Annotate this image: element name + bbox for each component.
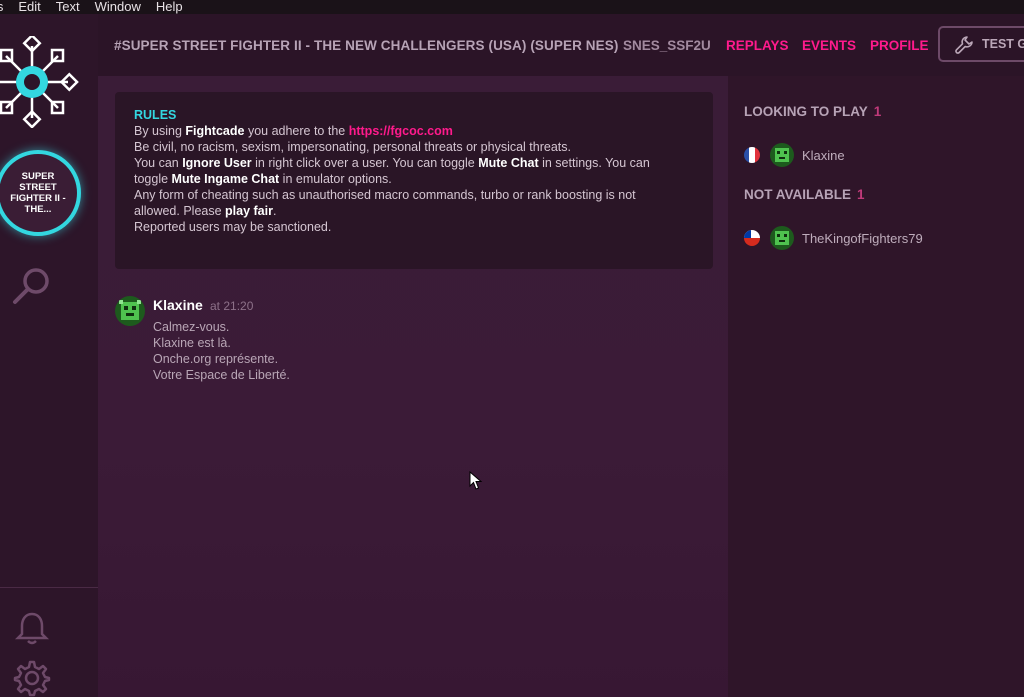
sidebar-divider (0, 587, 98, 588)
user-name: Klaxine (802, 147, 845, 163)
test-game-label: TEST G (982, 37, 1024, 51)
user-list-panel: LOOKING TO PLAY 1 Klaxine NOT AVAILABLE 1 (728, 76, 1024, 697)
bell-icon[interactable] (14, 610, 50, 646)
avatar (770, 143, 794, 167)
message-time: at 21:20 (210, 299, 254, 313)
rules-line-6: allowed. Please play fair. (134, 204, 277, 218)
rules-line-1: By using Fightcade you adhere to the htt… (134, 124, 453, 138)
channel-header: #SUPER STREET FIGHTER II - THE NEW CHALL… (98, 14, 1024, 76)
replays-link[interactable]: REPLAYS (726, 38, 789, 53)
events-link[interactable]: EVENTS (802, 38, 856, 53)
rules-box: RULES By using Fightcade you adhere to t… (115, 92, 713, 269)
game-channel-button[interactable]: SUPER STREET FIGHTER II - THE... (0, 150, 81, 236)
search-icon[interactable] (10, 266, 56, 308)
avatar[interactable] (115, 296, 145, 326)
menu-item-edit[interactable]: Edit (18, 0, 40, 14)
not-available-header: NOT AVAILABLE 1 (744, 187, 865, 202)
looking-to-play-header: LOOKING TO PLAY 1 (744, 104, 882, 119)
fgcoc-link[interactable]: https://fgcoc.com (349, 124, 453, 138)
message-author[interactable]: Klaxine (153, 297, 203, 313)
rules-line-2: Be civil, no racism, sexism, impersonati… (134, 140, 571, 154)
test-game-button[interactable]: TEST G (938, 26, 1024, 62)
rules-line-7: Reported users may be sanctioned. (134, 220, 332, 234)
rules-line-4: toggle Mute Ingame Chat in emulator opti… (134, 172, 392, 186)
menu-item-help[interactable]: Help (156, 0, 183, 14)
message-line: Votre Espace de Liberté. (153, 368, 290, 382)
gear-icon[interactable] (13, 659, 51, 697)
game-channel-label: SUPER STREET FIGHTER II - THE... (10, 171, 66, 215)
not-available-count: 1 (857, 187, 865, 202)
flag-cl-icon (744, 230, 760, 246)
menu-item-text[interactable]: Text (56, 0, 80, 14)
user-row[interactable]: TheKingofFighters79 (744, 226, 923, 250)
menu-item-tools[interactable]: ls (0, 0, 3, 14)
wrench-icon (955, 36, 973, 54)
message-line: Calmez-vous. (153, 320, 230, 334)
menu-bar: ls Edit Text Window Help (0, 0, 1024, 14)
mouse-cursor-icon (469, 471, 483, 490)
chat-area: RULES By using Fightcade you adhere to t… (98, 76, 728, 697)
channel-tag: SNES_SSF2U (623, 38, 711, 53)
left-sidebar: SUPER STREET FIGHTER II - THE... (0, 14, 98, 697)
rules-line-3: You can Ignore User in right click over … (134, 156, 650, 170)
message-line: Onche.org représente. (153, 352, 279, 366)
rules-line-5: Any form of cheating such as unauthorise… (134, 188, 636, 202)
fightcade-logo-icon[interactable] (0, 36, 80, 128)
channel-title: #SUPER STREET FIGHTER II - THE NEW CHALL… (114, 38, 619, 53)
flag-fr-icon (744, 147, 760, 163)
looking-count: 1 (873, 104, 882, 119)
profile-link[interactable]: PROFILE (870, 38, 929, 53)
rules-title: RULES (134, 108, 177, 122)
avatar (770, 226, 794, 250)
menu-item-window[interactable]: Window (95, 0, 141, 14)
message-line: Klaxine est là. (153, 336, 231, 350)
user-name: TheKingofFighters79 (802, 230, 923, 246)
user-row[interactable]: Klaxine (744, 143, 845, 167)
